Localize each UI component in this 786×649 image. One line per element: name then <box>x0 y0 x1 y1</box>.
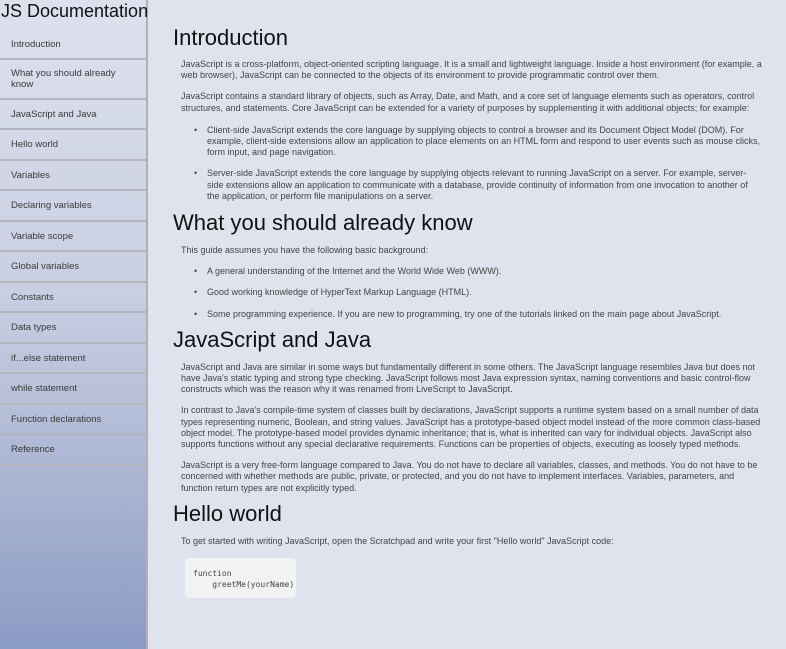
list-item: • Server-side JavaScript extends the core… <box>194 168 762 202</box>
nav-link-data-types[interactable]: Data types <box>0 313 146 344</box>
list-item: • Good working knowledge of HyperText Mar… <box>194 287 762 298</box>
section-introduction: Introduction JavaScript is a cross-platf… <box>173 0 786 202</box>
nav-item: Introduction <box>0 30 146 60</box>
section-title: Introduction <box>173 25 288 50</box>
bullet-icon: • <box>194 266 198 277</box>
bullet-icon: • <box>194 287 198 298</box>
code-line: function <box>193 569 232 579</box>
section-title: Hello world <box>173 500 282 526</box>
paragraph: In contrast to Java's compile-time syste… <box>181 405 761 450</box>
paragraph: JavaScript is a cross-platform, object-o… <box>181 59 762 81</box>
nav-item: What you should already know <box>0 60 146 100</box>
paragraph: This guide assumes you have the followin… <box>181 245 429 256</box>
nav-item: Constants <box>0 283 146 313</box>
section-title: What you should already know <box>173 210 473 236</box>
code-line: greetMe(yourName) { <box>193 580 296 590</box>
nav-item: Global variables <box>0 252 146 283</box>
paragraph: JavaScript is a very free-form language … <box>181 460 758 493</box>
nav-link-reference[interactable]: Reference <box>0 435 146 466</box>
nav-link-if-else-statement[interactable]: if...else statement <box>0 344 146 374</box>
nav-item: JavaScript and Java <box>0 100 146 130</box>
nav-item: while statement <box>0 374 146 405</box>
paragraph: JavaScript and Java are similar in some … <box>181 361 755 395</box>
code-block: function greetMe(yourName) { <box>185 558 296 599</box>
nav-item: if...else statement <box>0 344 146 374</box>
nav-item: Variable scope <box>0 222 146 252</box>
main-doc: Introduction JavaScript is a cross-platf… <box>148 0 786 649</box>
nav-item: Data types <box>0 313 146 344</box>
list-item: • A general understanding of the Internet… <box>194 266 762 277</box>
list-item-text: Some programming experience. If you are … <box>207 308 722 319</box>
nav-link-while-statement[interactable]: while statement <box>0 374 146 405</box>
sidebar-navbar: JS Documentation Introduction What you s… <box>0 0 148 649</box>
list-item: • Client-side JavaScript extends the core… <box>194 125 762 159</box>
nav-link-variables[interactable]: Variables <box>0 161 146 191</box>
bullet-list: • A general understanding of the Internet… <box>173 266 786 320</box>
nav-link-javascript-and-java[interactable]: JavaScript and Java <box>0 100 146 130</box>
paragraph: JavaScript contains a standard library o… <box>181 91 755 113</box>
list-item-text: Good working knowledge of HyperText Mark… <box>207 287 472 298</box>
nav-link-constants[interactable]: Constants <box>0 283 146 313</box>
nav-item: Variables <box>0 161 146 191</box>
paragraph: To get started with writing JavaScript, … <box>181 535 614 546</box>
section-javascript-and-java: JavaScript and Java JavaScript and Java … <box>173 327 786 494</box>
nav-list: Introduction What you should already kno… <box>0 30 146 466</box>
navbar-title: JS Documentation <box>1 1 149 21</box>
bullet-list: • Client-side JavaScript extends the core… <box>173 125 786 202</box>
nav-link-global-variables[interactable]: Global variables <box>0 252 146 283</box>
list-item-text: A general understanding of the Internet … <box>207 266 502 277</box>
list-item: • Some programming experience. If you are… <box>194 309 762 320</box>
section-title: JavaScript and Java <box>173 326 372 352</box>
nav-link-hello-world[interactable]: Hello world <box>0 130 146 161</box>
list-item-text: Client-side JavaScript extends the core … <box>207 124 760 158</box>
bullet-icon: • <box>194 168 198 179</box>
nav-link-function-declarations[interactable]: Function declarations <box>0 405 146 435</box>
bullet-icon: • <box>194 124 198 135</box>
nav-item: Hello world <box>0 130 146 161</box>
section-what-you-should-already-know: What you should already know This guide … <box>173 210 786 320</box>
nav-link-what-you-should-already-know[interactable]: What you should already know <box>0 60 146 100</box>
nav-link-declaring-variables[interactable]: Declaring variables <box>0 191 146 222</box>
nav-item: Function declarations <box>0 405 146 435</box>
nav-link-variable-scope[interactable]: Variable scope <box>0 222 146 252</box>
nav-item: Declaring variables <box>0 191 146 222</box>
list-item-text: Server-side JavaScript extends the core … <box>207 168 748 201</box>
nav-link-introduction[interactable]: Introduction <box>0 30 146 60</box>
bullet-icon: • <box>194 308 198 319</box>
nav-item: Reference <box>0 435 146 466</box>
section-hello-world: Hello world To get started with writing … <box>173 500 786 599</box>
